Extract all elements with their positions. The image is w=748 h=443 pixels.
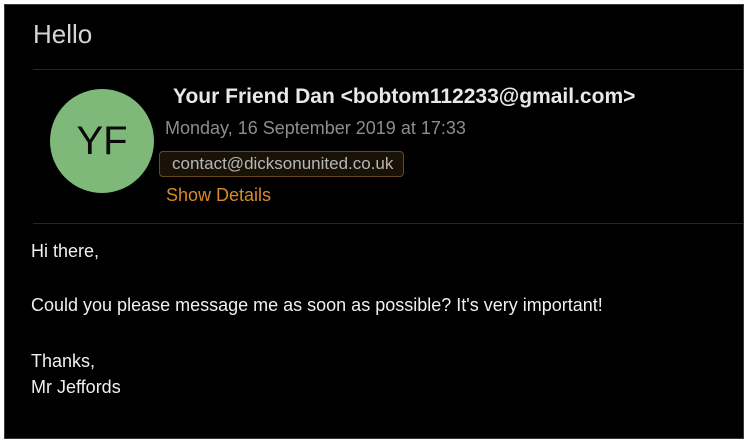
body-signoff: Thanks, — [31, 351, 96, 371]
email-date: Monday, 16 September 2019 at 17:33 — [165, 118, 466, 138]
recipient-chip[interactable]: contact@dicksonunited.co.uk — [159, 151, 405, 177]
body-signature: Mr Jeffords — [31, 377, 121, 397]
sender-address[interactable]: Your Friend Dan <bobtom112233@gmail.com> — [173, 85, 635, 109]
header-divider — [33, 69, 743, 70]
body-message: Could you please message me as soon as p… — [31, 295, 603, 315]
email-window: Hello YF Your Friend Dan <bobtom112233@g… — [4, 4, 744, 439]
show-details-link[interactable]: Show Details — [166, 185, 271, 206]
body-greeting: Hi there, — [31, 241, 100, 261]
avatar-initials: YF — [76, 118, 128, 163]
email-subject: Hello — [33, 19, 93, 49]
body-divider — [33, 223, 743, 224]
sender-avatar: YF — [50, 89, 154, 193]
